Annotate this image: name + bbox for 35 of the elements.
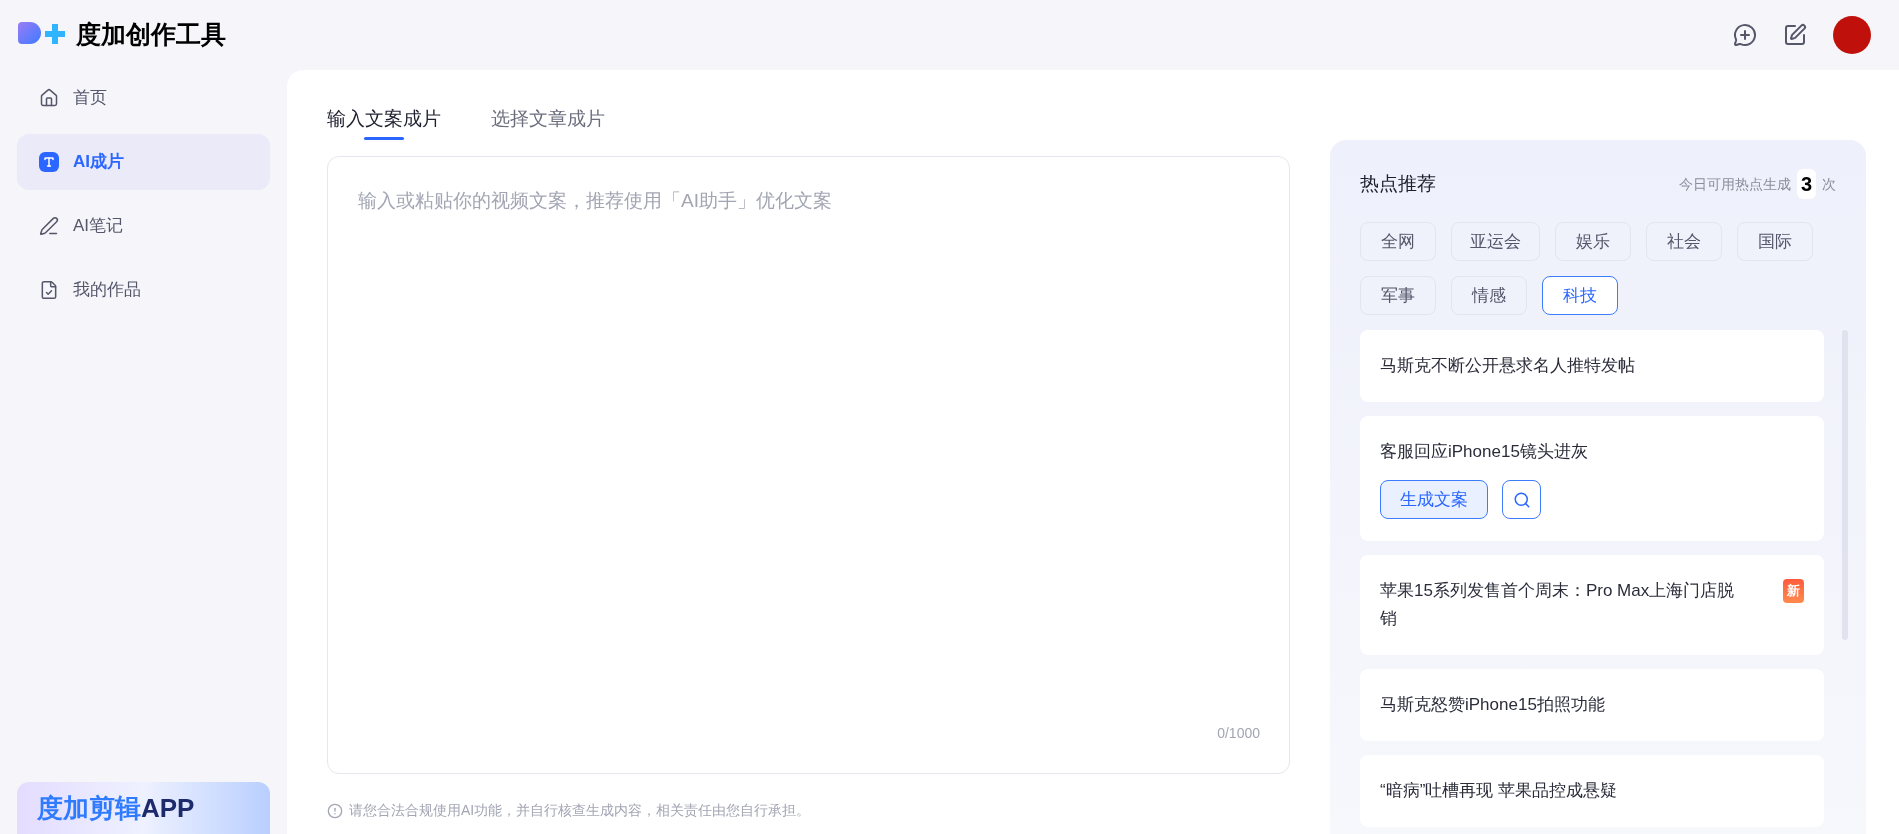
quota-label: 今日可用热点生成 (1678, 174, 1791, 194)
category-chip[interactable]: 国际 (1737, 222, 1813, 261)
tab[interactable]: 选择文章成片 (491, 98, 605, 140)
category-chip[interactable]: 军事 (1360, 276, 1436, 315)
topic-card[interactable]: 马斯克怒赞iPhone15拍照功能 (1360, 669, 1824, 741)
topic-title: 马斯克怒赞iPhone15拍照功能 (1380, 694, 1606, 716)
topic-title: 客服回应iPhone15镜头进灰 (1380, 441, 1589, 463)
sidebar-item[interactable]: 首页 (17, 70, 270, 126)
quota-count: 3 (1796, 169, 1816, 199)
character-counter: 0/1000 (1217, 724, 1260, 743)
promo-title: 度加剪辑APP (37, 791, 195, 825)
promo-banner[interactable]: 度加剪辑APP (17, 782, 270, 834)
sidebar-item[interactable]: AI成片 (17, 134, 270, 190)
sidebar-item[interactable]: AI笔记 (17, 198, 270, 254)
topic-title: 马斯克不断公开悬求名人推特发帖 (1380, 355, 1636, 377)
topic-card[interactable]: 马斯克不断公开悬求名人推特发帖 (1360, 330, 1824, 402)
category-chip[interactable]: 情感 (1451, 276, 1527, 315)
category-chip[interactable]: 科技 (1542, 276, 1618, 315)
generate-script-button[interactable]: 生成文案 (1380, 480, 1488, 519)
panel-title: 热点推荐 (1360, 171, 1436, 196)
new-badge: 新 (1783, 579, 1804, 603)
category-chip[interactable]: 社会 (1646, 222, 1722, 261)
topic-card[interactable]: 客服回应iPhone15镜头进灰 生成文案 (1360, 416, 1824, 541)
topic-card[interactable]: 苹果15系列发售首个周末：Pro Max上海门店脱销 新 (1360, 555, 1824, 655)
quota-unit: 次 (1822, 174, 1836, 194)
app-title: 度加创作工具 (76, 19, 226, 51)
disclaimer-text: 请您合法合规使用AI功能，并自行核查生成内容，相关责任由您自行承担。 (349, 801, 811, 820)
category-chip[interactable]: 娱乐 (1555, 222, 1631, 261)
topic-title: “暗病”吐槽再现 苹果品控成悬疑 (1380, 780, 1619, 802)
category-chip[interactable]: 全网 (1360, 222, 1436, 261)
topic-title: 苹果15系列发售首个周末：Pro Max上海门店脱销 (1380, 580, 1736, 630)
topic-card[interactable]: “暗病”吐槽再现 苹果品控成悬疑 (1360, 755, 1824, 827)
sidebar-item[interactable]: 我的作品 (17, 262, 270, 318)
tab[interactable]: 输入文案成片 (327, 98, 441, 140)
category-chip[interactable]: 亚运会 (1451, 222, 1540, 261)
